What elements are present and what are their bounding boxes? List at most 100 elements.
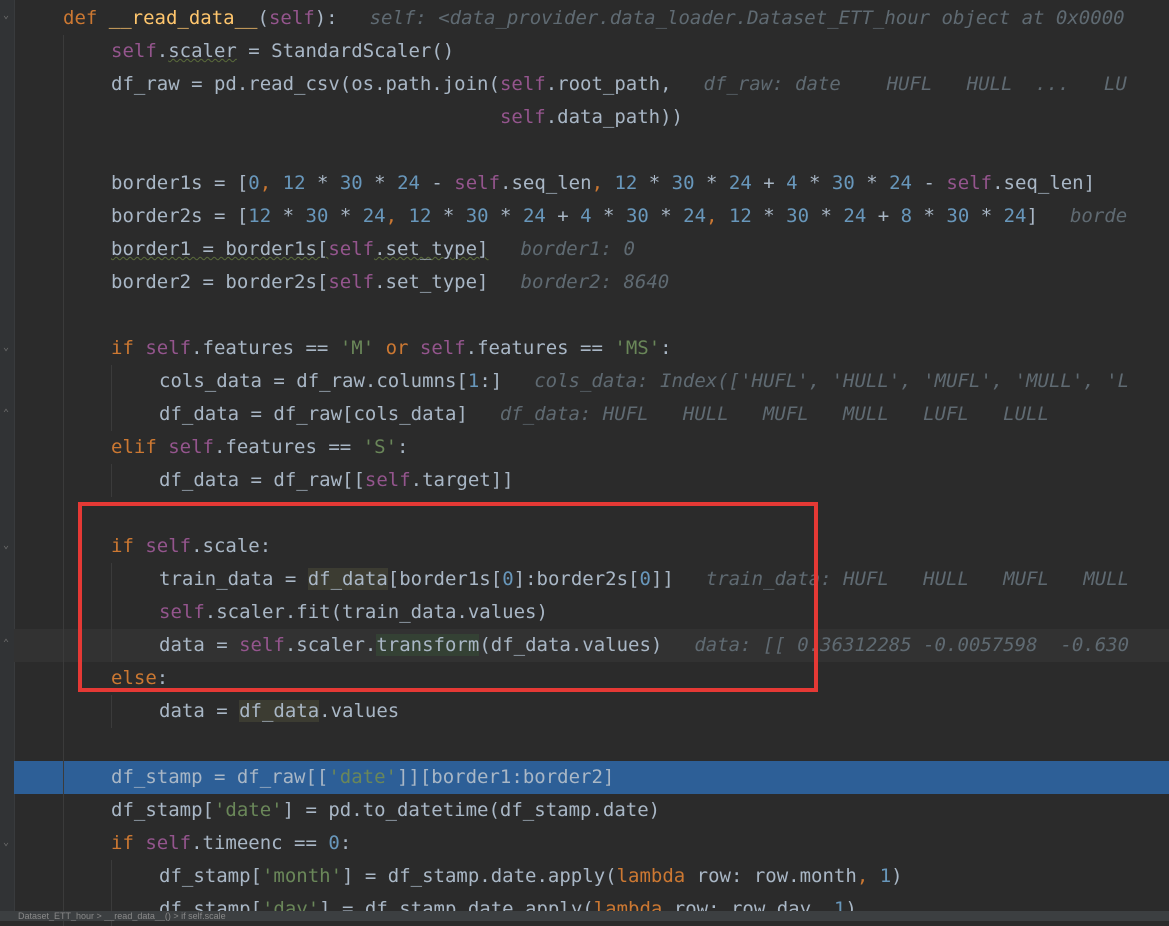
code-line[interactable]: df_stamp['day'] = df_stamp.date.apply(la… xyxy=(14,893,1169,926)
code-token: 'M' xyxy=(339,337,375,359)
code-text: df_stamp = df_raw[['date']][border1:bord… xyxy=(111,761,614,794)
code-line[interactable]: border2 = border2s[self.set_type] border2… xyxy=(14,266,1169,299)
code-token: 'date' xyxy=(328,766,397,788)
code-line[interactable]: def __read_data__(self): self: <data_prov… xyxy=(14,2,1169,35)
code-token: = StandardScaler() xyxy=(236,40,455,62)
inline-debug-value: border1: 0 xyxy=(520,238,635,260)
code-line[interactable]: if self.timeenc == 0: xyxy=(14,827,1169,860)
code-token: + xyxy=(751,172,787,194)
indent-guide xyxy=(63,167,64,200)
code-editor[interactable]: def __read_data__(self): self: <data_prov… xyxy=(14,0,1169,926)
code-line[interactable]: self.data_path)) xyxy=(14,101,1169,134)
status-bar: Dataset_ETT_hour > __read_data__() > if … xyxy=(0,911,1169,921)
code-token: * xyxy=(591,205,626,227)
code-token: * xyxy=(362,172,398,194)
code-token: 30 xyxy=(831,172,855,194)
code-token: 'date' xyxy=(213,799,283,821)
code-token: . xyxy=(156,40,169,62)
indent-guide xyxy=(63,827,64,860)
indent-guide xyxy=(63,233,64,266)
code-token: border1s = [ xyxy=(111,172,249,194)
code-line[interactable]: self.scaler = StandardScaler() xyxy=(14,35,1169,68)
code-token: or xyxy=(374,337,420,359)
code-line[interactable]: elif self.features == 'S': xyxy=(14,431,1169,464)
code-token: ] = pd.to_datetime(df_stamp.date) xyxy=(282,799,661,821)
code-text: border2s = [12 * 30 * 24, 12 * 30 * 24 +… xyxy=(111,200,1127,233)
editor-gutter: ⌄ ⌄ ⌃ ⌄ ⌃ ⌄ xyxy=(0,0,15,921)
code-token: 30 xyxy=(671,172,695,194)
code-token: 24 xyxy=(362,205,386,227)
code-line[interactable] xyxy=(14,134,1169,167)
code-token: 30 xyxy=(625,205,649,227)
code-line[interactable]: df_data = df_raw[cols_data] df_data: HUFL… xyxy=(14,398,1169,431)
code-token: lambda xyxy=(616,865,697,887)
code-token: df_raw = pd.read_csv(os.path.join( xyxy=(111,73,500,95)
indent-guide xyxy=(63,563,64,596)
code-line[interactable]: df_data = df_raw[[self.target]] xyxy=(14,464,1169,497)
code-token: ( xyxy=(257,7,269,29)
code-line[interactable]: data = df_data.values xyxy=(14,695,1169,728)
code-token: , xyxy=(591,172,615,194)
code-token: self xyxy=(168,436,214,458)
indent-guide xyxy=(111,860,112,893)
code-line[interactable]: border2s = [12 * 30 * 24, 12 * 30 * 24 +… xyxy=(14,200,1169,233)
code-token: * xyxy=(854,172,890,194)
code-token: 12 xyxy=(614,172,638,194)
code-token: __read_data__ xyxy=(108,7,258,29)
code-text: elif self.features == 'S': xyxy=(111,431,408,464)
code-token: , xyxy=(259,172,283,194)
code-line[interactable]: border1 = border1s[self.set_type] border1… xyxy=(14,233,1169,266)
code-text: df_stamp['day'] = df_stamp.date.apply(la… xyxy=(159,893,857,926)
indent-guide xyxy=(63,761,64,794)
fold-icon[interactable]: ⌄ xyxy=(1,342,11,353)
indent-guide xyxy=(63,200,64,233)
code-token: 4 xyxy=(786,172,798,194)
code-token: : xyxy=(660,337,672,359)
code-line[interactable]: df_stamp['date'] = pd.to_datetime(df_sta… xyxy=(14,794,1169,827)
code-token: row: row.month xyxy=(696,865,857,887)
code-line[interactable]: cols_data = df_raw.columns[1:] cols_data:… xyxy=(14,365,1169,398)
code-line[interactable]: if self.features == 'M' or self.features… xyxy=(14,332,1169,365)
code-token: df_data = df_raw[cols_data] xyxy=(159,403,468,425)
code-line[interactable]: border1s = [0, 12 * 30 * 24 - self.seq_l… xyxy=(14,167,1169,200)
code-token: ] = df_stamp.date.apply( xyxy=(342,865,617,887)
code-token: 24 xyxy=(397,172,420,194)
code-token: ] xyxy=(1026,205,1038,227)
code-token: ): xyxy=(314,7,338,29)
code-line[interactable] xyxy=(14,299,1169,332)
code-token: 12 xyxy=(248,205,272,227)
code-token: 12 xyxy=(282,172,306,194)
code-token: 1 xyxy=(467,370,480,392)
indent-guide xyxy=(63,299,64,332)
code-line[interactable] xyxy=(14,728,1169,761)
inline-debug-value: border2: 8640 xyxy=(520,271,670,293)
indent-guide xyxy=(63,35,64,68)
indent-guide xyxy=(111,398,112,431)
code-text: if self.features == 'M' or self.features… xyxy=(111,332,672,365)
inline-debug-value: df_data: HUFL HULL MUFL MULL LUFL LULL xyxy=(499,403,1049,425)
code-token: 24 xyxy=(728,172,752,194)
indent-guide xyxy=(63,695,64,728)
code-token: 0 xyxy=(248,172,260,194)
code-line[interactable]: df_stamp['month'] = df_stamp.date.apply(… xyxy=(14,860,1169,893)
code-token: .set_type] xyxy=(374,238,489,260)
fold-icon[interactable]: ⌄ xyxy=(1,10,11,21)
indent-guide xyxy=(63,629,64,662)
fold-icon[interactable]: ⌄ xyxy=(1,837,11,848)
indent-guide xyxy=(63,431,64,464)
code-token: * xyxy=(431,205,466,227)
fold-icon[interactable]: ⌃ xyxy=(1,408,11,419)
code-line[interactable]: df_raw = pd.read_csv(os.path.join(self.r… xyxy=(14,68,1169,101)
code-token: - xyxy=(912,172,947,194)
code-token: self xyxy=(145,337,192,359)
code-token: 12 xyxy=(728,205,752,227)
fold-icon[interactable]: ⌃ xyxy=(1,638,11,649)
fold-icon[interactable]: ⌄ xyxy=(1,540,11,551)
indent-guide xyxy=(63,332,64,365)
code-line[interactable]: df_stamp = df_raw[['date']][border1:bord… xyxy=(14,761,1169,794)
code-token: df_stamp[ xyxy=(159,865,262,887)
code-token: self xyxy=(111,40,157,62)
indent-guide xyxy=(63,530,64,563)
code-token: :] xyxy=(479,370,503,392)
